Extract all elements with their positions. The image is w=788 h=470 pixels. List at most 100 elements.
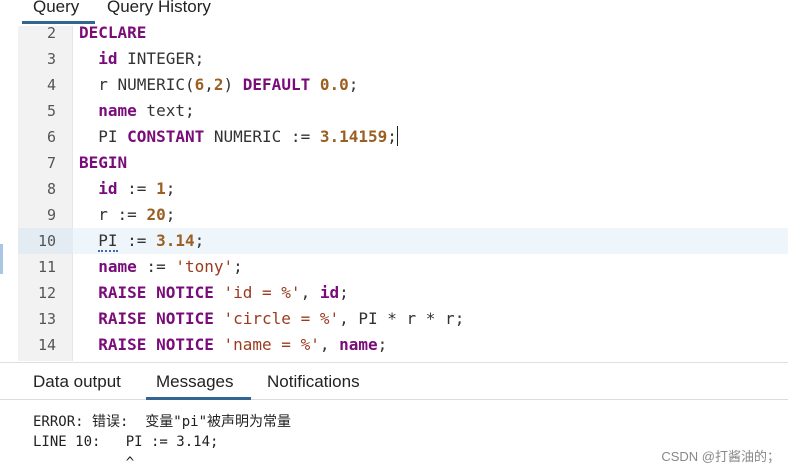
plain-token: ) <box>223 75 243 94</box>
code-line[interactable]: 6 PI CONSTANT NUMERIC := 3.14159; <box>18 124 788 150</box>
keyword-token: RAISE NOTICE <box>98 335 214 354</box>
keyword-token: name <box>98 101 137 120</box>
plain-token: := <box>117 231 157 250</box>
keyword-token: id <box>98 179 118 198</box>
plain-token: ; <box>194 231 205 250</box>
code-line[interactable]: 2 DECLARE <box>18 20 788 46</box>
line-number: 11 <box>37 258 56 276</box>
string-token: 'name = %' <box>223 335 320 354</box>
line-number: 7 <box>46 154 56 172</box>
code-line[interactable]: 7 BEGIN <box>18 150 788 176</box>
code-line[interactable]: 10 PI := 3.14; <box>18 228 788 254</box>
keyword-token: RAISE NOTICE <box>98 309 214 328</box>
plain-token: , <box>300 283 320 302</box>
keyword-token: DECLARE <box>79 23 147 42</box>
tab-query[interactable]: Query <box>33 0 79 20</box>
plain-token: := <box>117 179 157 198</box>
error-line-reference: LINE 10: PI := 3.14; <box>33 434 219 450</box>
keyword-token: id <box>98 49 118 68</box>
code-text: id INTEGER; <box>79 46 204 72</box>
code-text: RAISE NOTICE 'circle = %', PI * r * r; <box>79 306 464 332</box>
line-number: 4 <box>46 76 56 94</box>
plain-token: ; <box>165 179 176 198</box>
line-number: 12 <box>37 284 56 302</box>
error-message: ERROR: 错误: 变量"pi"被声明为常量 <box>33 414 292 430</box>
number-token: 0.0 <box>319 75 349 94</box>
plain-token: , <box>204 75 214 94</box>
tab-notifications[interactable]: Notifications <box>267 372 360 392</box>
keyword-token: name <box>339 335 378 354</box>
code-line[interactable]: 4 r NUMERIC(6,2) DEFAULT 0.0; <box>18 72 788 98</box>
code-line[interactable]: 11 name := 'tony'; <box>18 254 788 280</box>
code-text: PI := 3.14; <box>79 228 204 254</box>
active-results-tab-indicator <box>146 397 251 400</box>
number-token: 2 <box>213 75 224 94</box>
code-line[interactable]: 8 id := 1; <box>18 176 788 202</box>
tab-messages[interactable]: Messages <box>156 372 233 392</box>
code-line[interactable]: 3 id INTEGER; <box>18 46 788 72</box>
line-number: 3 <box>46 50 56 68</box>
text-cursor <box>396 126 398 146</box>
string-token: 'id = %' <box>223 283 301 302</box>
line-number: 8 <box>46 180 56 198</box>
number-token: 3.14159 <box>319 127 388 146</box>
line-number: 2 <box>46 24 56 42</box>
code-text: RAISE NOTICE 'name = %', name; <box>79 332 387 358</box>
error-caret: ^ <box>33 455 135 470</box>
keyword-token: DEFAULT <box>242 75 311 94</box>
code-text: name text; <box>79 98 195 124</box>
code-text: RAISE NOTICE 'id = %', id; <box>79 280 349 306</box>
code-text: r NUMERIC(6,2) DEFAULT 0.0; <box>79 72 358 98</box>
line-number: 9 <box>46 206 56 224</box>
string-token: 'tony' <box>175 257 234 276</box>
sql-editor[interactable]: 2 DECLARE 3 id INTEGER; 4 r NUMERIC(6,2) DE… <box>18 23 788 361</box>
keyword-token: id <box>319 283 340 302</box>
number-token: 6 <box>194 75 205 94</box>
code-line[interactable]: 12 RAISE NOTICE 'id = %', id; <box>18 280 788 306</box>
keyword-token: CONSTANT <box>127 127 205 146</box>
plain-token: text; <box>136 101 195 120</box>
line-number: 5 <box>46 102 56 120</box>
line-number: 6 <box>46 128 56 146</box>
code-text: name := 'tony'; <box>79 254 243 280</box>
plain-token: ; <box>165 205 176 224</box>
line-number: 10 <box>18 228 73 254</box>
tab-data-output[interactable]: Data output <box>33 372 121 392</box>
plain-token: NUMERIC := <box>204 127 320 146</box>
plain-token: ; <box>348 75 359 94</box>
code-line[interactable]: 14 RAISE NOTICE 'name = %', name; <box>18 332 788 358</box>
code-text: PI CONSTANT NUMERIC := 3.14159; <box>79 124 398 150</box>
results-tab-bar: Data output Messages Notifications <box>0 362 788 400</box>
plain-token: r := <box>79 205 147 224</box>
plain-token: , PI * r * r; <box>339 309 465 328</box>
string-token: 'circle = %' <box>223 309 340 328</box>
line-number: 14 <box>37 336 56 354</box>
plain-token: ; <box>339 283 349 302</box>
code-text: DECLARE <box>79 20 146 46</box>
error-squiggle-token: PI <box>98 231 118 252</box>
code-line[interactable]: 5 name text; <box>18 98 788 124</box>
plain-token: ; <box>377 335 388 354</box>
code-text: BEGIN <box>79 150 127 176</box>
tab-query-history[interactable]: Query History <box>107 0 211 20</box>
watermark: CSDN @打酱油的； <box>661 449 780 464</box>
number-token: 3.14 <box>156 231 195 250</box>
code-text: id := 1; <box>79 176 175 202</box>
number-token: 1 <box>156 179 166 198</box>
code-line[interactable]: 9 r := 20; <box>18 202 788 228</box>
plain-token: ; <box>233 257 243 276</box>
plain-token: PI <box>79 127 128 146</box>
keyword-token: BEGIN <box>79 153 128 172</box>
plain-token: ; <box>387 127 397 146</box>
code-line[interactable]: 13 RAISE NOTICE 'circle = %', PI * r * r… <box>18 306 788 332</box>
